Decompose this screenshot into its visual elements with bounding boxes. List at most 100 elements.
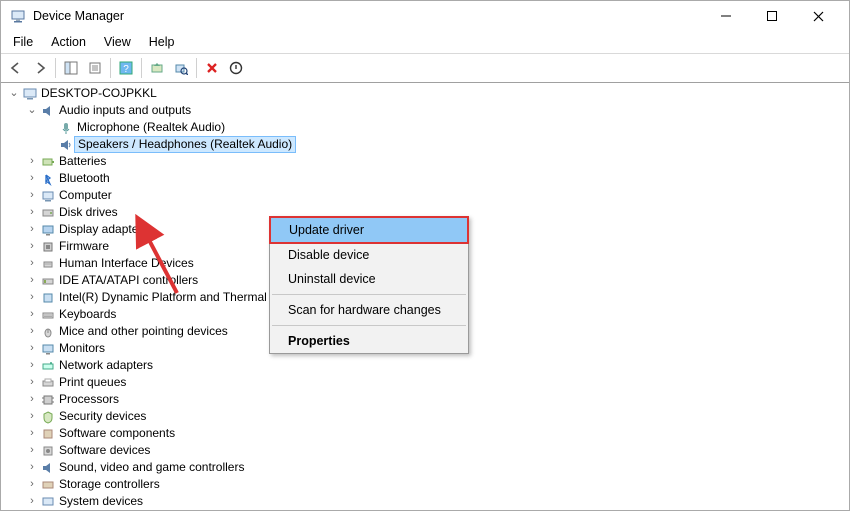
tree-item-label: Audio inputs and outputs xyxy=(57,102,193,119)
expand-icon[interactable]: › xyxy=(25,272,39,289)
expand-icon[interactable]: › xyxy=(25,476,39,493)
tree-item-audio[interactable]: ⌄ Audio inputs and outputs xyxy=(7,102,849,119)
tree-item[interactable]: ›Processors xyxy=(7,391,849,408)
context-menu-properties[interactable]: Properties xyxy=(270,329,468,353)
menu-file[interactable]: File xyxy=(5,32,41,52)
close-button[interactable] xyxy=(795,1,841,31)
category-icon xyxy=(39,427,57,441)
speaker-icon xyxy=(39,104,57,118)
tree-item-label: System devices xyxy=(57,493,145,510)
toolbar: ? xyxy=(1,53,849,83)
tree-item-label: Monitors xyxy=(57,340,107,357)
tree-item[interactable]: ›Software devices xyxy=(7,442,849,459)
tree-item-label: Batteries xyxy=(57,153,108,170)
tree-item-label: Sound, video and game controllers xyxy=(57,459,246,476)
expand-icon[interactable]: › xyxy=(25,323,39,340)
separator xyxy=(55,58,56,78)
uninstall-button[interactable] xyxy=(201,57,223,79)
expand-icon[interactable]: › xyxy=(25,170,39,187)
forward-button[interactable] xyxy=(29,57,51,79)
expand-icon[interactable]: › xyxy=(25,493,39,510)
tree-root[interactable]: ⌄ DESKTOP-COJPKKL xyxy=(7,85,849,102)
category-icon xyxy=(39,410,57,424)
tree-item-label: Disk drives xyxy=(57,204,120,221)
tree-item-label: Computer xyxy=(57,187,114,204)
show-hide-tree-button[interactable] xyxy=(60,57,82,79)
device-manager-icon xyxy=(9,8,27,24)
disable-button[interactable] xyxy=(225,57,247,79)
expand-icon[interactable]: ⌄ xyxy=(7,85,21,102)
menu-action[interactable]: Action xyxy=(43,32,94,52)
tree-item[interactable]: › Computer xyxy=(7,187,849,204)
tree-item-label: Software components xyxy=(57,425,177,442)
minimize-button[interactable] xyxy=(703,1,749,31)
update-driver-button[interactable] xyxy=(146,57,168,79)
menu-help[interactable]: Help xyxy=(141,32,183,52)
category-icon xyxy=(39,495,57,509)
expand-icon[interactable]: › xyxy=(25,340,39,357)
window-title: Device Manager xyxy=(33,9,124,23)
tree-item-label: Security devices xyxy=(57,408,148,425)
expand-icon[interactable]: › xyxy=(25,187,39,204)
tree-item-speakers[interactable]: Speakers / Headphones (Realtek Audio) xyxy=(7,136,849,153)
titlebar: Device Manager xyxy=(1,1,849,31)
tree-item[interactable]: › Network adapters xyxy=(7,357,849,374)
category-icon xyxy=(39,155,57,169)
expand-icon[interactable]: ⌄ xyxy=(25,102,39,119)
expand-icon[interactable]: › xyxy=(25,374,39,391)
category-icon xyxy=(39,461,57,475)
tree-item-label: Firmware xyxy=(57,238,111,255)
tree-item[interactable]: › Sound, video and game controllers xyxy=(7,459,849,476)
category-icon xyxy=(39,342,57,356)
tree-item[interactable]: › Security devices xyxy=(7,408,849,425)
category-icon xyxy=(39,274,57,288)
tree-item-label: Mice and other pointing devices xyxy=(57,323,230,340)
tree-item-label: Bluetooth xyxy=(57,170,112,187)
tree-item[interactable]: › Software components xyxy=(7,425,849,442)
expand-icon[interactable]: › xyxy=(25,255,39,272)
category-icon xyxy=(39,376,57,390)
properties-button[interactable] xyxy=(84,57,106,79)
expand-icon[interactable]: › xyxy=(25,459,39,476)
category-icon xyxy=(39,325,57,339)
category-icon xyxy=(39,189,57,203)
tree-item[interactable]: › System devices xyxy=(7,493,849,510)
expand-icon[interactable]: › xyxy=(25,357,39,374)
separator xyxy=(110,58,111,78)
tree-item[interactable]: › Bluetooth xyxy=(7,170,849,187)
separator xyxy=(196,58,197,78)
expand-icon[interactable]: › xyxy=(25,306,39,323)
context-menu: Update driver Disable device Uninstall d… xyxy=(269,216,469,354)
tree-item-label: Human Interface Devices xyxy=(57,255,196,272)
expand-icon[interactable]: › xyxy=(25,391,39,408)
svg-text:?: ? xyxy=(123,64,129,75)
expand-icon[interactable]: › xyxy=(25,204,39,221)
context-menu-uninstall-device[interactable]: Uninstall device xyxy=(270,267,468,291)
maximize-button[interactable] xyxy=(749,1,795,31)
context-menu-scan-hardware[interactable]: Scan for hardware changes xyxy=(270,298,468,322)
expand-icon[interactable]: › xyxy=(25,289,39,306)
expand-icon[interactable]: › xyxy=(25,442,39,459)
tree-item[interactable]: › Batteries xyxy=(7,153,849,170)
tree-item-label: Speakers / Headphones (Realtek Audio) xyxy=(74,136,296,153)
tree-item-label: Keyboards xyxy=(57,306,118,323)
device-manager-window: Device Manager File Action View Help ? ⌄ xyxy=(0,0,850,511)
separator xyxy=(272,294,466,295)
context-menu-disable-device[interactable]: Disable device xyxy=(270,243,468,267)
expand-icon[interactable]: › xyxy=(25,221,39,238)
help-button[interactable]: ? xyxy=(115,57,137,79)
expand-icon[interactable]: › xyxy=(25,408,39,425)
expand-icon[interactable]: › xyxy=(25,153,39,170)
category-icon xyxy=(39,291,57,305)
expand-icon[interactable]: › xyxy=(25,238,39,255)
menu-view[interactable]: View xyxy=(96,32,139,52)
scan-hardware-button[interactable] xyxy=(170,57,192,79)
device-tree[interactable]: ⌄ DESKTOP-COJPKKL ⌄ Audio inputs and out… xyxy=(1,83,849,511)
back-button[interactable] xyxy=(5,57,27,79)
tree-item[interactable]: ›Storage controllers xyxy=(7,476,849,493)
tree-item-label: Network adapters xyxy=(57,357,155,374)
tree-item[interactable]: ›Print queues xyxy=(7,374,849,391)
context-menu-update-driver[interactable]: Update driver xyxy=(269,216,469,244)
tree-item-microphone[interactable]: Microphone (Realtek Audio) xyxy=(7,119,849,136)
expand-icon[interactable]: › xyxy=(25,425,39,442)
